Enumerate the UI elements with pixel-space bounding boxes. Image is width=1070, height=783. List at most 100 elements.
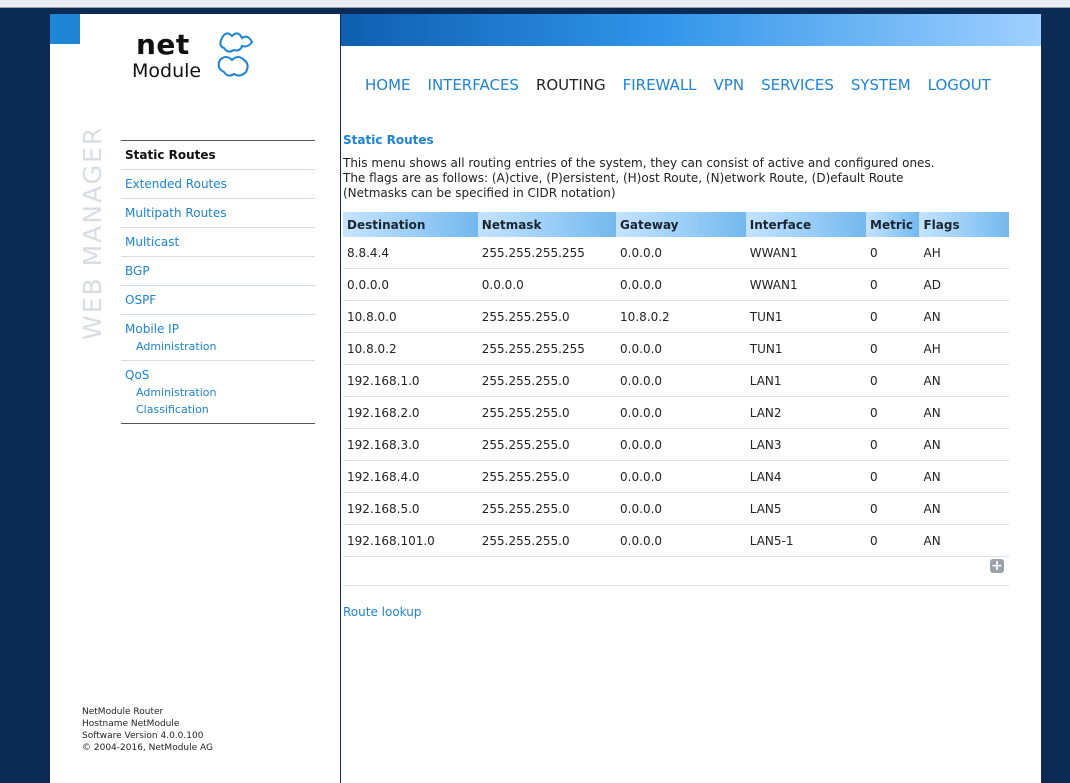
cell-destination: 10.8.0.0 [343, 300, 478, 333]
sidebar-item-mobile-ip[interactable]: Mobile IP Administration [121, 314, 315, 360]
cell-flags: AN [919, 300, 1009, 333]
cell-gateway: 0.0.0.0 [616, 268, 746, 301]
page-title: Static Routes [343, 133, 434, 147]
sidebar-menu: Static Routes Extended Routes Multipath Ro… [121, 140, 315, 424]
cell-metric: 0 [866, 300, 920, 333]
cell-flags: AD [919, 268, 1009, 301]
cell-flags: AN [919, 396, 1009, 429]
cell-netmask: 255.255.255.0 [477, 364, 617, 397]
cell-destination: 192.168.2.0 [343, 396, 478, 429]
cell-destination: 192.168.5.0 [343, 492, 478, 525]
cell-netmask: 255.255.255.255 [477, 332, 617, 365]
netmodule-logo[interactable]: net Module [82, 22, 272, 94]
cell-flags: AN [919, 492, 1009, 525]
cell-interface: LAN5 [745, 492, 867, 525]
table-row[interactable]: 192.168.101.0 255.255.255.0 0.0.0.0 LAN5-1 0… [343, 524, 1009, 557]
table-row[interactable]: 192.168.5.0 255.255.255.0 0.0.0.0 LAN5 0 AN [343, 492, 1009, 525]
sidebar-item-ospf[interactable]: OSPF [121, 285, 315, 314]
cell-interface: LAN3 [745, 428, 867, 461]
sidebar-item-extended-routes[interactable]: Extended Routes [121, 169, 315, 198]
footer-line: Hostname NetModule [82, 719, 180, 729]
left-accent-block [50, 14, 80, 44]
sidebar-item-qos[interactable]: QoS Administration Classification [121, 360, 315, 423]
cell-metric: 0 [866, 428, 920, 461]
column-header-gateway[interactable]: Gateway [616, 212, 746, 237]
sidebar-item-label[interactable]: QoS [125, 368, 315, 382]
sidebar-item-label[interactable]: OSPF [125, 293, 315, 307]
plus-icon: + [991, 558, 1003, 574]
sidebar-item-label[interactable]: Static Routes [125, 148, 315, 162]
cell-gateway: 0.0.0.0 [616, 364, 746, 397]
column-header-interface[interactable]: Interface [745, 212, 867, 237]
cell-netmask: 255.255.255.0 [477, 460, 617, 493]
cell-metric: 0 [866, 268, 920, 301]
cell-flags: AN [919, 364, 1009, 397]
sidebar-subitem-administration[interactable]: Administration [125, 386, 315, 399]
cell-interface: TUN1 [745, 300, 867, 333]
nav-system[interactable]: SYSTEM [851, 76, 911, 94]
cell-gateway: 0.0.0.0 [616, 428, 746, 461]
footer-info: NetModule Router Hostname NetModule Softwa… [82, 706, 213, 754]
cell-netmask: 0.0.0.0 [477, 268, 617, 301]
table-row[interactable]: 8.8.4.4 255.255.255.255 0.0.0.0 WWAN1 0 AH [343, 237, 1009, 269]
cell-metric: 0 [866, 460, 920, 493]
nav-home[interactable]: HOME [365, 76, 411, 94]
cell-gateway: 10.8.0.2 [616, 300, 746, 333]
nav-logout[interactable]: LOGOUT [928, 76, 991, 94]
sidebar-item-multipath-routes[interactable]: Multipath Routes [121, 198, 315, 227]
table-header-row: Destination Netmask Gateway Interface Metric… [343, 212, 1009, 237]
add-route-button[interactable]: + [990, 559, 1004, 573]
sidebar-item-label[interactable]: Extended Routes [125, 177, 315, 191]
description-line: (Netmasks can be specified in CIDR notat… [343, 186, 616, 200]
header-gradient-bar [341, 14, 1041, 46]
route-lookup-link[interactable]: Route lookup [343, 605, 421, 619]
cell-destination: 10.8.0.2 [343, 332, 478, 365]
sidebar-subitem-administration[interactable]: Administration [125, 340, 315, 353]
table-row[interactable]: 0.0.0.0 0.0.0.0 0.0.0.0 WWAN1 0 AD [343, 268, 1009, 301]
cell-netmask: 255.255.255.255 [477, 237, 617, 269]
cell-netmask: 255.255.255.0 [477, 524, 617, 557]
sidebar-item-label[interactable]: BGP [125, 264, 315, 278]
cell-destination: 0.0.0.0 [343, 268, 478, 301]
cell-flags: AN [919, 428, 1009, 461]
column-header-metric[interactable]: Metric [866, 212, 920, 237]
cell-destination: 192.168.1.0 [343, 364, 478, 397]
cell-gateway: 0.0.0.0 [616, 332, 746, 365]
sidebar-item-bgp[interactable]: BGP [121, 256, 315, 285]
cell-destination: 192.168.4.0 [343, 460, 478, 493]
footer-line: Software Version 4.0.0.100 [82, 731, 204, 741]
sidebar-item-multicast[interactable]: Multicast [121, 227, 315, 256]
table-row[interactable]: 10.8.0.0 255.255.255.0 10.8.0.2 TUN1 0 AN [343, 300, 1009, 333]
table-row[interactable]: 192.168.4.0 255.255.255.0 0.0.0.0 LAN4 0 AN [343, 460, 1009, 493]
sidebar-item-label[interactable]: Mobile IP [125, 322, 315, 336]
page-description: This menu shows all routing entries of t… [343, 156, 983, 201]
column-header-destination[interactable]: Destination [343, 212, 478, 237]
cell-flags: AH [919, 332, 1009, 365]
cell-flags: AH [919, 237, 1009, 269]
cell-interface: LAN1 [745, 364, 867, 397]
cell-flags: AN [919, 524, 1009, 557]
cell-interface: WWAN1 [745, 268, 867, 301]
cell-netmask: 255.255.255.0 [477, 428, 617, 461]
table-row[interactable]: 192.168.1.0 255.255.255.0 0.0.0.0 LAN1 0 AN [343, 364, 1009, 397]
column-header-flags[interactable]: Flags [919, 212, 1009, 237]
column-header-netmask[interactable]: Netmask [477, 212, 617, 237]
sidebar-item-static-routes[interactable]: Static Routes [121, 141, 315, 169]
table-row[interactable]: 10.8.0.2 255.255.255.255 0.0.0.0 TUN1 0 AH [343, 332, 1009, 365]
nav-vpn[interactable]: VPN [714, 76, 745, 94]
sidebar-item-label[interactable]: Multicast [125, 235, 315, 249]
footer-line: © 2004-2016, NetModule AG [82, 743, 213, 753]
nav-routing[interactable]: ROUTING [536, 76, 606, 94]
top-navigation: HOME INTERFACES ROUTING FIREWALL VPN SERVICES… [365, 76, 991, 94]
nav-interfaces[interactable]: INTERFACES [428, 76, 519, 94]
sidebar-subitem-classification[interactable]: Classification [125, 403, 315, 416]
nav-firewall[interactable]: FIREWALL [623, 76, 697, 94]
cell-metric: 0 [866, 492, 920, 525]
sidebar-item-label[interactable]: Multipath Routes [125, 206, 315, 220]
logo-net-text: net [136, 28, 190, 61]
puzzle-logo-icon [217, 32, 254, 77]
table-row[interactable]: 192.168.3.0 255.255.255.0 0.0.0.0 LAN3 0 AN [343, 428, 1009, 461]
nav-services[interactable]: SERVICES [761, 76, 834, 94]
table-row[interactable]: 192.168.2.0 255.255.255.0 0.0.0.0 LAN2 0 AN [343, 396, 1009, 429]
cell-gateway: 0.0.0.0 [616, 492, 746, 525]
